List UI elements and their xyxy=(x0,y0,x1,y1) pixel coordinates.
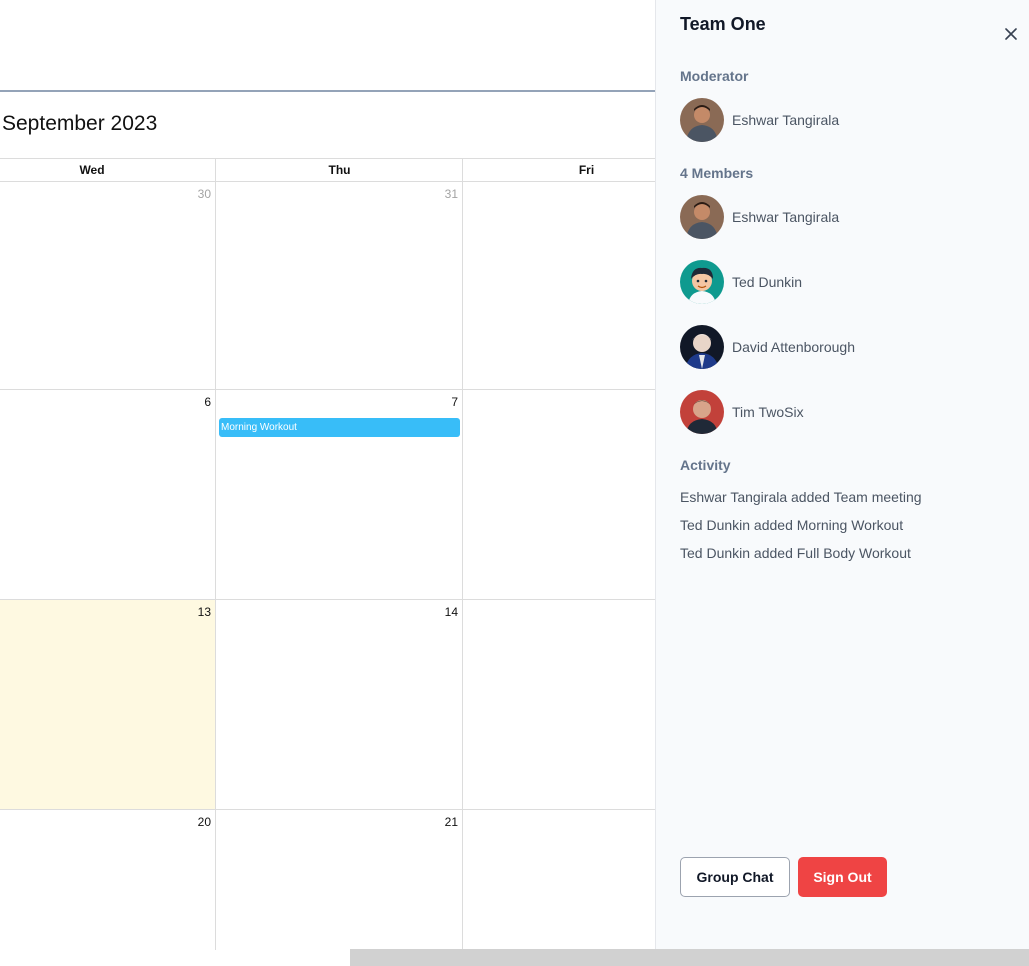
member-item[interactable]: Eshwar Tangirala xyxy=(680,195,1000,239)
day-number: 20 xyxy=(197,815,211,829)
member-item[interactable]: David Attenborough xyxy=(680,325,1000,369)
member-name: Eshwar Tangirala xyxy=(732,209,840,225)
activity-item: Eshwar Tangirala added Team meeting xyxy=(680,489,922,505)
person-photo-icon xyxy=(680,390,724,434)
day-number: 21 xyxy=(444,815,458,829)
calendar-event[interactable]: Morning Workout xyxy=(219,418,460,437)
day-cell[interactable] xyxy=(462,600,655,810)
member-item[interactable]: Ted Dunkin xyxy=(680,260,1000,304)
member-name: Eshwar Tangirala xyxy=(732,112,840,128)
group-chat-button[interactable]: Group Chat xyxy=(680,857,790,897)
moderator-item[interactable]: Eshwar Tangirala xyxy=(680,98,1000,142)
day-cell[interactable]: 14 xyxy=(215,600,463,810)
header-thu: Thu xyxy=(215,159,463,182)
day-cell[interactable]: 6 xyxy=(0,390,216,600)
close-icon[interactable] xyxy=(1001,24,1021,44)
day-cell[interactable]: 21 xyxy=(215,810,463,950)
day-number: 7 xyxy=(451,395,458,409)
day-cell-today[interactable]: 13 xyxy=(0,600,216,810)
bottom-overlay-strip xyxy=(350,949,1029,966)
member-name: Tim TwoSix xyxy=(732,404,804,420)
team-side-panel: Team One Moderator Eshwar Tangirala 4 Me… xyxy=(655,0,1029,949)
person-photo-icon xyxy=(680,195,724,239)
member-name: David Attenborough xyxy=(732,339,855,355)
day-number: 30 xyxy=(197,187,211,201)
person-photo-icon xyxy=(680,98,724,142)
day-number: 13 xyxy=(197,605,211,619)
header-wed: Wed xyxy=(79,163,105,177)
cartoon-avatar-icon xyxy=(680,260,724,304)
panel-title: Team One xyxy=(680,14,766,34)
day-number: 31 xyxy=(444,187,458,201)
day-number: 14 xyxy=(444,605,458,619)
day-number: 6 xyxy=(204,395,211,409)
day-cell[interactable] xyxy=(462,810,655,950)
month-title: September 2023 xyxy=(2,112,158,135)
sign-out-button[interactable]: Sign Out xyxy=(798,857,887,897)
activity-label: Activity xyxy=(680,457,731,473)
activity-item: Ted Dunkin added Full Body Workout xyxy=(680,545,911,561)
day-cell[interactable] xyxy=(462,182,655,390)
members-label: 4 Members xyxy=(680,165,754,181)
activity-item: Ted Dunkin added Morning Workout xyxy=(680,517,904,533)
day-cell[interactable]: 20 xyxy=(0,810,216,950)
day-cell[interactable]: 7 Morning Workout xyxy=(215,390,463,600)
day-cell[interactable]: 30 xyxy=(0,182,216,390)
person-photo-icon xyxy=(680,325,724,369)
day-cell[interactable] xyxy=(462,390,655,600)
moderator-label: Moderator xyxy=(680,68,749,84)
day-cell[interactable]: 31 xyxy=(215,182,463,390)
member-item[interactable]: Tim TwoSix xyxy=(680,390,1000,434)
calendar-grid: Wed Thu Fri 30 31 6 7 Morning Workout 13… xyxy=(0,158,655,950)
member-name: Ted Dunkin xyxy=(732,274,803,290)
top-toolbar xyxy=(0,0,655,92)
calendar-header-row: Wed Thu Fri xyxy=(0,158,655,182)
